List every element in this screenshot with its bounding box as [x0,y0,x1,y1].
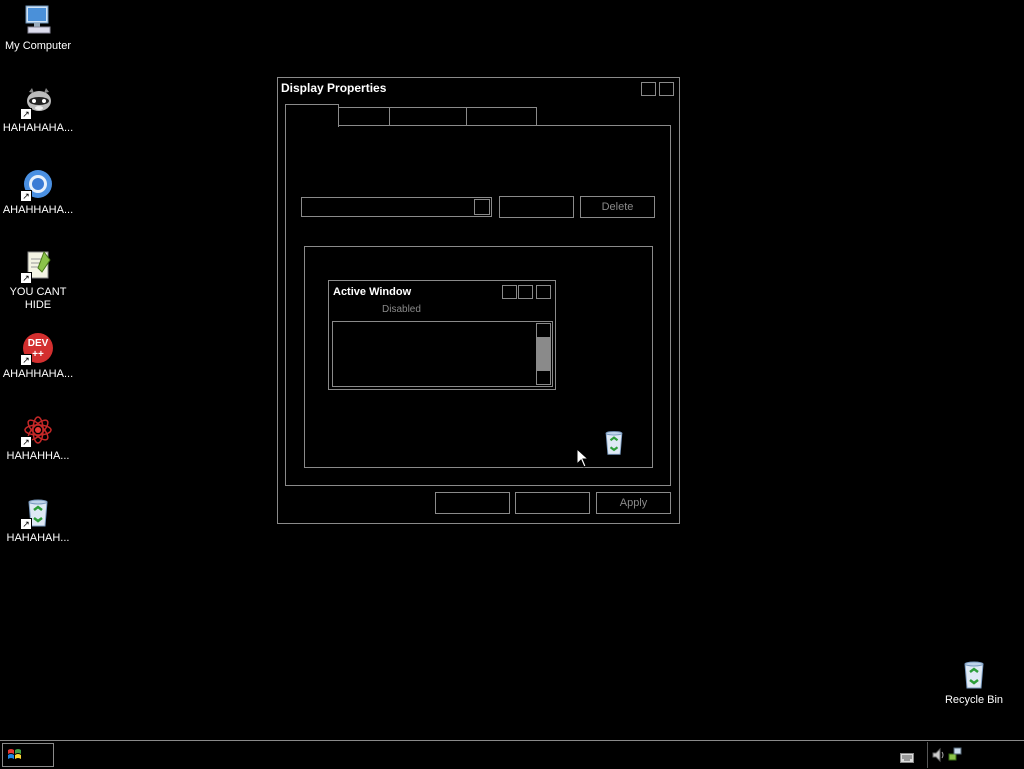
desktop-icon-label: My Computer [4,40,72,52]
taskbar [0,740,1024,769]
shortcut-arrow-icon: ↗ [20,354,32,366]
red-flower-shortcut-icon: ↗ [20,414,54,448]
shortcut-arrow-icon: ↗ [20,108,32,120]
shortcut-arrow-icon: ↗ [20,518,32,530]
tab-appearance[interactable] [466,107,537,126]
preview-disabled-text: Disabled [382,304,421,315]
close-button[interactable] [659,82,674,96]
network-icon[interactable] [947,746,963,762]
windows-logo-icon [8,749,21,759]
cancel-button[interactable] [515,492,590,514]
desktop-icon-label: AHAHHAHA... [2,204,74,216]
desktop-icon-shortcut-5[interactable]: ↗ HAHAHHA... [0,414,76,463]
scroll-up-icon [536,323,551,338]
raccoon-shortcut-icon: ↗ [20,86,54,120]
chrome-shortcut-icon: ↗ [20,168,54,202]
tab-themes[interactable] [285,104,339,127]
notepad-plus-plus-shortcut-icon: ↗ [20,250,54,284]
desktop-icon-shortcut-4[interactable]: DEV ++ ↗ AHAHHAHA... [0,332,76,381]
svg-text:++: ++ [32,349,44,360]
dev-cpp-shortcut-icon: DEV ++ ↗ [20,332,54,366]
desktop-icon-recycle-bin[interactable]: Recycle Bin [936,658,1012,707]
desktop-icon-label: Recycle Bin [944,694,1004,706]
desktop-icon-my-computer[interactable]: My Computer [0,4,76,53]
desktop-icon-label: YOU CANT HIDE [9,286,67,311]
ok-button[interactable] [435,492,510,514]
preview-minimize-icon [502,285,517,299]
scroll-down-icon [536,370,551,385]
apply-button[interactable]: Apply [596,492,671,514]
tab-screen-saver[interactable] [389,107,467,126]
volume-icon[interactable] [931,747,947,763]
dialog-title: Display Properties [281,81,387,95]
preview-close-icon [536,285,551,299]
delete-button[interactable]: Delete [580,196,655,218]
desktop-icon-label: HAHAHHA... [6,450,70,462]
tab-desktop[interactable] [338,107,390,126]
desktop-icon-shortcut-1[interactable]: ↗ HAHAHAHA... [0,86,76,135]
recycle-bin-icon [958,658,990,690]
chevron-down-icon[interactable] [474,199,490,215]
tab-panel: Delete Active Window Disabled [285,125,671,486]
recycle-bin-shortcut-icon: ↗ [20,496,54,530]
desktop-icon-label: HAHAHAHA... [2,122,74,134]
keyboard-icon[interactable] [900,750,914,763]
shortcut-arrow-icon: ↗ [20,436,32,448]
desktop-icon-label: AHAHHAHA... [2,368,74,380]
save-as-button[interactable] [499,196,574,218]
theme-preview: Active Window Disabled [304,246,653,468]
system-tray [927,742,1024,768]
my-computer-icon [22,4,54,36]
scroll-thumb [536,338,551,370]
desktop-icon-shortcut-2[interactable]: ↗ AHAHHAHA... [0,168,76,217]
preview-active-window: Active Window Disabled [328,280,556,390]
display-properties-dialog: Display Properties Delete Active Window … [277,77,680,524]
preview-text-area [332,321,553,387]
preview-recycle-bin-icon [600,427,628,457]
svg-text:DEV: DEV [28,338,49,349]
preview-maximize-icon [518,285,533,299]
desktop-icon-shortcut-6[interactable]: ↗ HAHAHAH... [0,496,76,545]
start-button[interactable] [2,743,54,767]
desktop-icon-shortcut-3[interactable]: ↗ YOU CANT HIDE [0,250,76,312]
shortcut-arrow-icon: ↗ [20,272,32,284]
help-button[interactable] [641,82,656,96]
desktop: My Computer ↗ HAHAHAHA... ↗ AHAHHAHA... … [0,0,1024,769]
desktop-icon-label: HAHAHAH... [6,532,70,544]
shortcut-arrow-icon: ↗ [20,190,32,202]
preview-window-title: Active Window [333,286,412,298]
theme-select[interactable] [301,197,492,217]
mouse-cursor-icon [576,447,590,468]
